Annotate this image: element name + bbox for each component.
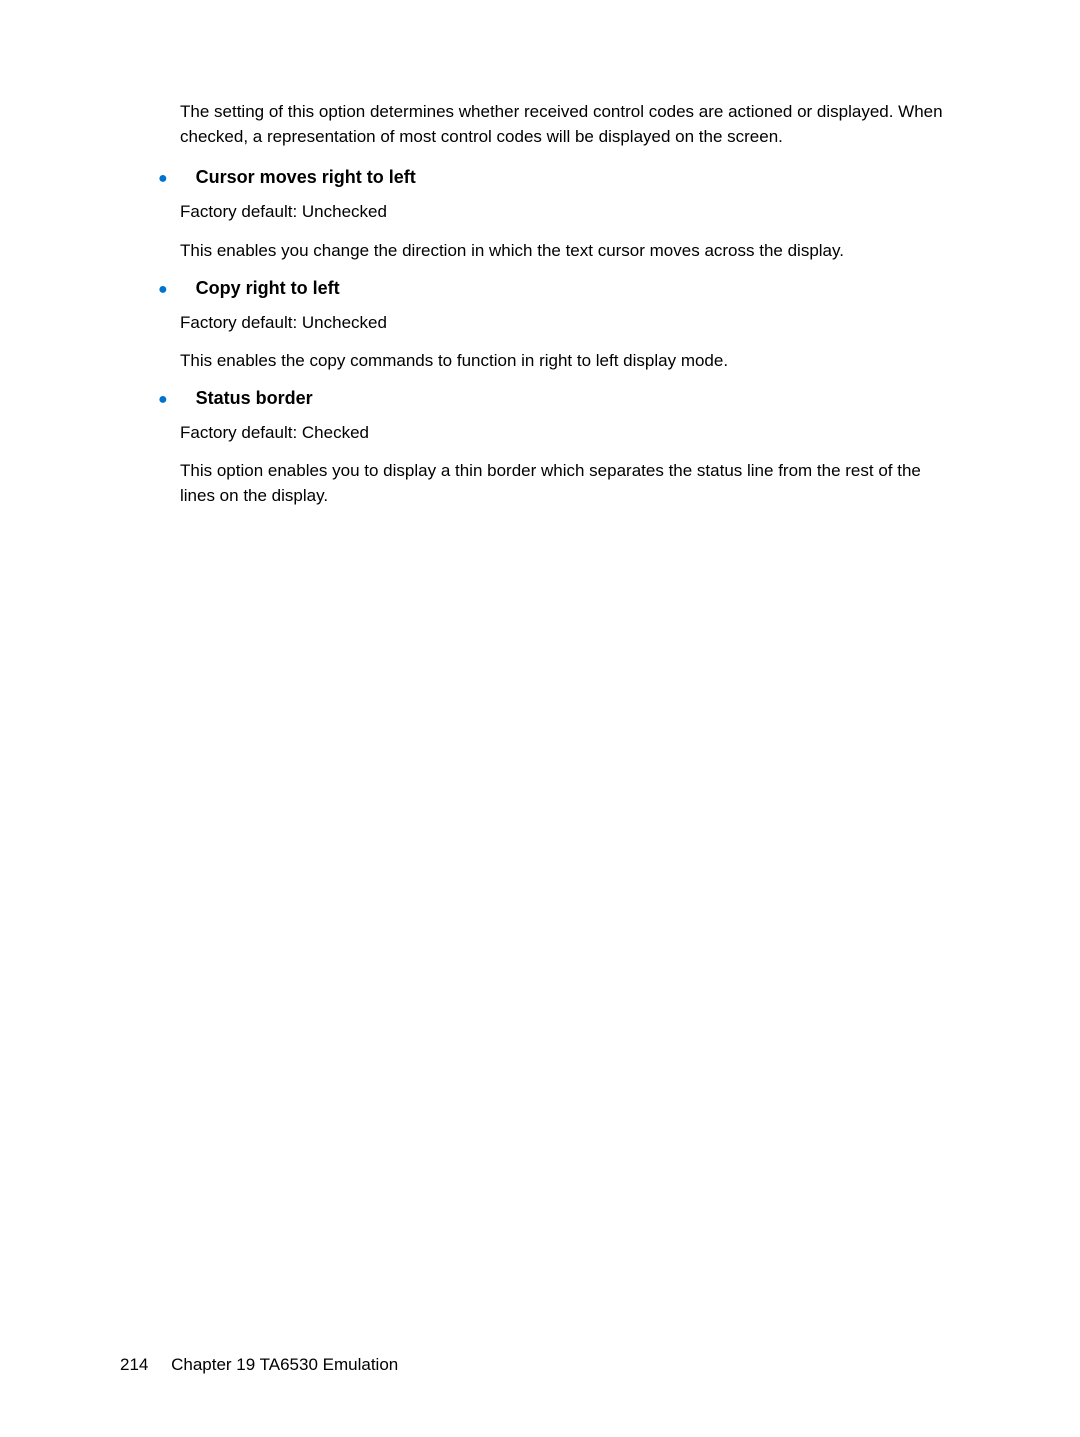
option-header: ● Copy right to left	[120, 278, 960, 299]
bullet-icon: ●	[158, 171, 168, 187]
option-title: Cursor moves right to left	[196, 167, 416, 188]
option-header: ● Cursor moves right to left	[120, 167, 960, 188]
option-block: ● Copy right to left Factory default: Un…	[120, 278, 960, 374]
option-title: Status border	[196, 388, 313, 409]
option-block: ● Status border Factory default: Checked…	[120, 388, 960, 509]
page-number: 214	[120, 1355, 148, 1374]
option-header: ● Status border	[120, 388, 960, 409]
option-default: Factory default: Unchecked	[180, 200, 960, 225]
option-default: Factory default: Unchecked	[180, 311, 960, 336]
option-default: Factory default: Checked	[180, 421, 960, 446]
option-description: This option enables you to display a thi…	[180, 459, 960, 508]
option-description: This enables you change the direction in…	[180, 239, 960, 264]
page-footer: 214 Chapter 19 TA6530 Emulation	[120, 1355, 398, 1375]
chapter-label: Chapter 19 TA6530 Emulation	[171, 1355, 398, 1374]
option-title: Copy right to left	[196, 278, 340, 299]
option-description: This enables the copy commands to functi…	[180, 349, 960, 374]
bullet-icon: ●	[158, 392, 168, 408]
page-content: The setting of this option determines wh…	[0, 0, 1080, 509]
intro-paragraph: The setting of this option determines wh…	[180, 100, 960, 149]
bullet-icon: ●	[158, 282, 168, 298]
option-block: ● Cursor moves right to left Factory def…	[120, 167, 960, 263]
